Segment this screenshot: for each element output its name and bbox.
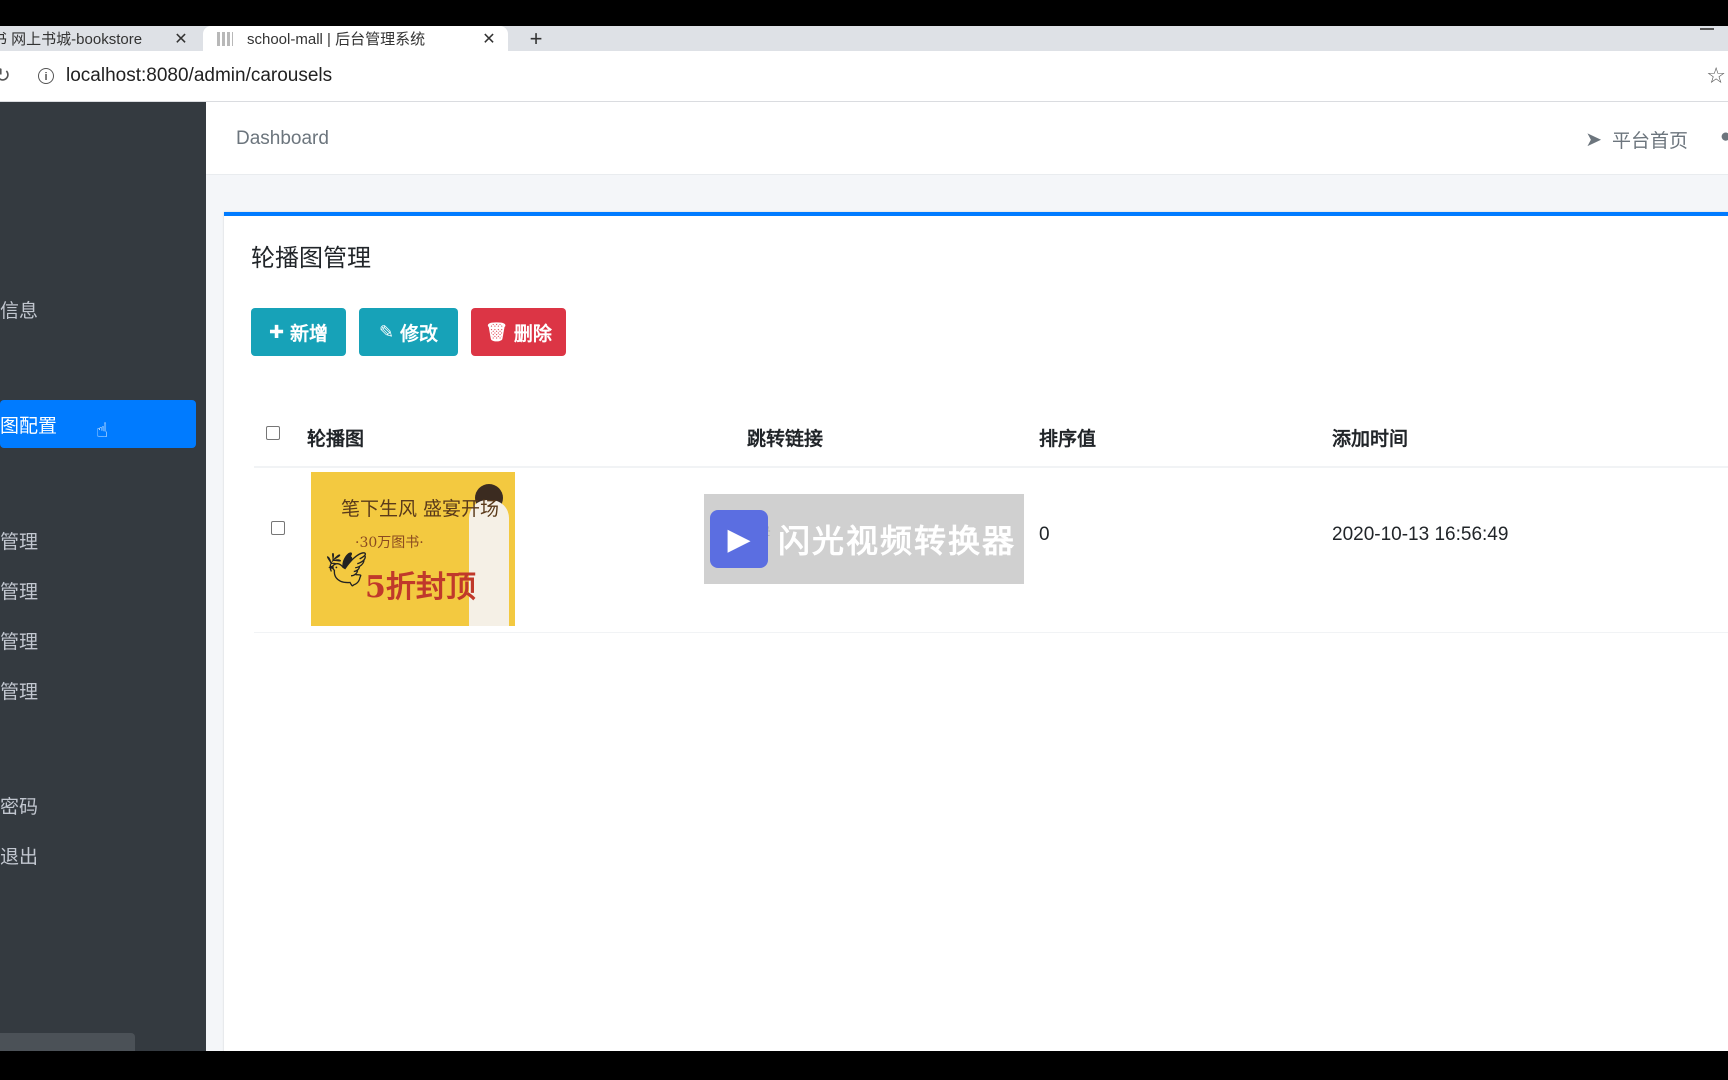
sidebar-item-manage-4[interactable]: 管理	[0, 666, 196, 714]
sidebar-item-manage-1[interactable]: 管理	[0, 516, 196, 564]
row-checkbox[interactable]	[271, 521, 285, 535]
tab-title: 书 网上书城-bookstore	[0, 31, 143, 48]
sidebar-item-label: 信息	[0, 300, 39, 322]
column-header-link[interactable]: 跳转链接	[747, 424, 823, 451]
column-header-sort[interactable]: 排序值	[1039, 424, 1096, 451]
sidebar-item-label: 管理	[0, 531, 39, 553]
plus-icon: ✚	[268, 321, 285, 342]
top-navbar: Dashboard ➤ 平台首页 ●	[206, 102, 1728, 175]
sidebar-item-manage-3[interactable]: 管理	[0, 616, 196, 664]
video-letterbox-bottom	[0, 1051, 1728, 1080]
paper-plane-icon: ➤	[1585, 129, 1602, 151]
delete-button-label: 删除	[513, 323, 552, 345]
user-icon[interactable]: ●	[1720, 126, 1728, 148]
swallow-icon: 🕊	[325, 551, 369, 589]
sidebar-item-logout[interactable]: 退出	[0, 831, 196, 879]
table-header: 轮播图 跳转链接 排序值 添加时间	[254, 402, 1728, 468]
sidebar-item-label: 管理	[0, 681, 39, 703]
edit-button-label: 修改	[400, 323, 439, 345]
page-title: 轮播图管理	[251, 245, 371, 272]
sidebar-item-carousel-config[interactable]: 图配置 ☝	[0, 400, 196, 448]
edit-icon: ✎	[378, 321, 395, 342]
tab-school-mall[interactable]: school-mall | 后台管理系统 ✕	[203, 26, 508, 51]
delete-button[interactable]: 🗑 删除	[471, 308, 566, 356]
sidebar-scrollbar[interactable]	[0, 1033, 135, 1051]
sidebar-item-info[interactable]: 信息	[0, 285, 196, 333]
browser-window: 书 网上书城-bookstore ✕ school-mall | 后台管理系统 …	[0, 26, 1728, 1051]
new-tab-button[interactable]: +	[524, 26, 548, 51]
platform-home-link[interactable]: ➤ 平台首页	[1585, 126, 1688, 153]
platform-home-label: 平台首页	[1611, 131, 1688, 152]
column-header-added[interactable]: 添加时间	[1332, 424, 1408, 451]
watermark-overlay: ▶ 闪光视频转换器	[704, 494, 1024, 584]
sidebar-item-label: 图配置	[0, 415, 58, 437]
url-text: localhost:8080/admin/carousels	[66, 65, 333, 86]
carousel-card: 轮播图管理 ✚ 新增 ✎ 修改 🗑 删除 轮播图 跳转链接 排序值 添加时间 🕊…	[224, 212, 1728, 1051]
watermark-text: 闪光视频转换器	[778, 523, 1017, 559]
tab-title: school-mall | 后台管理系统	[247, 31, 426, 48]
carousel-image: 🕊 笔下生风 盛宴开场 ·30万图书· 5折封顶	[311, 472, 515, 626]
edit-button[interactable]: ✎ 修改	[359, 308, 458, 356]
play-logo-icon: ▶	[710, 510, 768, 568]
video-letterbox-top	[0, 0, 1728, 26]
info-icon[interactable]: i	[38, 68, 54, 84]
tab-bookstore[interactable]: 书 网上书城-bookstore ✕	[0, 26, 200, 51]
sidebar-item-password[interactable]: 密码	[0, 781, 196, 829]
select-all-checkbox[interactable]	[266, 426, 280, 440]
bookmark-star-icon[interactable]: ☆	[1706, 63, 1726, 89]
banner-discount: 5折封顶	[365, 570, 476, 605]
sidebar-item-label: 管理	[0, 581, 39, 603]
close-icon[interactable]: ✕	[480, 29, 498, 49]
close-icon[interactable]: ✕	[172, 29, 190, 49]
hand-cursor-icon: ☝	[96, 420, 109, 442]
address-bar: ↻ i localhost:8080/admin/carousels ☆	[0, 51, 1728, 102]
trash-icon: 🗑	[485, 321, 508, 342]
favicon-icon	[217, 31, 233, 46]
tab-bar: 书 网上书城-bookstore ✕ school-mall | 后台管理系统 …	[0, 26, 1728, 51]
reload-icon[interactable]: ↻	[0, 63, 11, 88]
cell-added-time: 2020-10-13 16:56:49	[1332, 524, 1509, 545]
sidebar-item-label: 密码	[0, 796, 39, 818]
url-field[interactable]: i localhost:8080/admin/carousels	[28, 59, 1688, 93]
sidebar-item-manage-2[interactable]: 管理	[0, 566, 196, 614]
banner-subline: ·30万图书·	[355, 535, 424, 551]
breadcrumb-dashboard[interactable]: Dashboard	[236, 128, 329, 150]
sidebar-item-label: 退出	[0, 846, 39, 868]
add-button[interactable]: ✚ 新增	[251, 308, 346, 356]
sidebar: 信息 图配置 ☝ 管理 管理 管理 管理 密码 退出	[0, 102, 206, 1051]
banner-headline: 笔下生风 盛宴开场	[341, 498, 500, 520]
column-header-carousel[interactable]: 轮播图	[307, 424, 364, 451]
sidebar-item-label: 管理	[0, 631, 39, 653]
minimize-icon[interactable]	[1700, 28, 1714, 30]
add-button-label: 新增	[290, 323, 329, 345]
cell-sort: 0	[1039, 524, 1050, 545]
